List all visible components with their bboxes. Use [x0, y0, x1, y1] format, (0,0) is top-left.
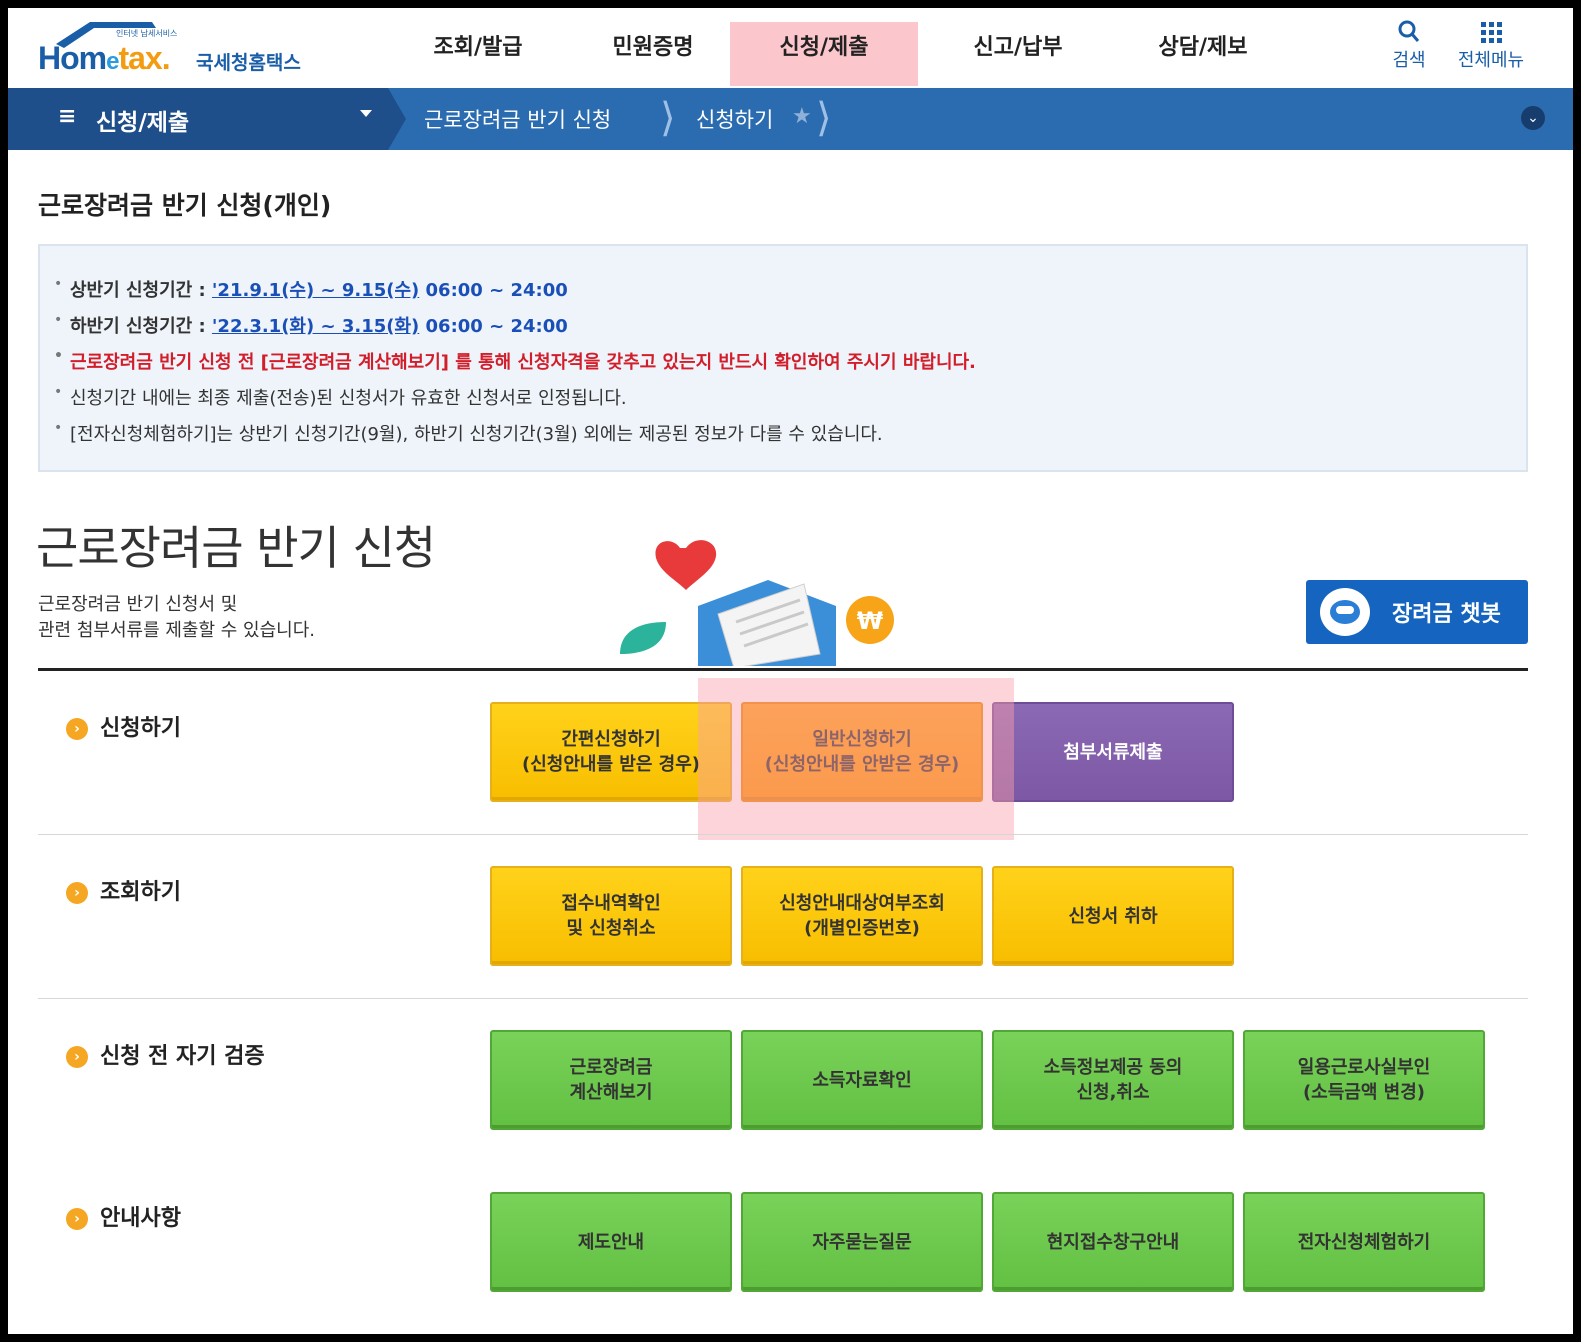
- income-data-check-button[interactable]: 소득자료확인: [741, 1030, 983, 1130]
- chatbot-button[interactable]: 장려금 챗봇: [1306, 580, 1528, 644]
- chevron-down-icon[interactable]: ⌄: [1521, 106, 1545, 130]
- section-menu-title[interactable]: 신청/제출: [96, 103, 189, 137]
- nav-item-certificates[interactable]: 민원증명: [563, 8, 743, 88]
- section-divider-top: [38, 668, 1528, 671]
- main-description: 근로장려금 반기 신청서 및 관련 첨부서류를 제출할 수 있습니다.: [38, 594, 316, 641]
- chatbot-mascot-icon: [1320, 588, 1370, 636]
- search-icon: [1398, 20, 1420, 42]
- nav-item-report-pay[interactable]: 신고/납부: [928, 8, 1108, 88]
- calculate-eitc-button[interactable]: 근로장려금 계산해보기: [490, 1030, 732, 1130]
- main-heading: 근로장려금 반기 신청: [36, 521, 436, 575]
- browser-frame: 인터넷 납세서비스 Hometax. 국세청홈택스 조회/발급 민원증명 신청/…: [0, 0, 1581, 1342]
- section-divider: [38, 998, 1528, 999]
- attach-documents-button[interactable]: 첨부서류제출: [992, 702, 1234, 802]
- logo-wordmark: Hometax.: [38, 40, 171, 76]
- arrow-bullet-icon: ›: [66, 1208, 88, 1230]
- nav-item-consult-tip[interactable]: 상담/제보: [1113, 8, 1293, 88]
- breadcrumb-bar: ≡ 신청/제출 근로장려금 반기 신청 ⟩ 신청하기 ★ ⟩ ⌄: [8, 88, 1573, 150]
- search-button[interactable]: 검색: [1384, 18, 1434, 72]
- breadcrumb-arrow: [388, 88, 406, 150]
- breadcrumb-separator: ⟩: [816, 95, 832, 141]
- nav-item-apply-submit[interactable]: 신청/제출: [730, 8, 918, 88]
- notice-second-half-period: 하반기 신청기간 : '22.3.1(화) ~ 3.15(화) 06:00 ~ …: [54, 312, 568, 338]
- section-label-inquiry: › 조회하기: [66, 874, 181, 906]
- notice-box: 상반기 신청기간 : '21.9.1(수) ~ 9.15(수) 06:00 ~ …: [38, 244, 1528, 472]
- income-info-consent-button[interactable]: 소득정보제공 동의 신청,취소: [992, 1030, 1234, 1130]
- e-application-experience-button[interactable]: 전자신청체험하기: [1243, 1192, 1485, 1292]
- eligibility-inquiry-button[interactable]: 신청안내대상여부조회 (개별인증번호): [741, 866, 983, 966]
- nav-item-inquiry-issue[interactable]: 조회/발급: [388, 8, 568, 88]
- daily-work-denial-button[interactable]: 일용근로사실부인 (소득금액 변경): [1243, 1030, 1485, 1130]
- system-guide-button[interactable]: 제도안내: [490, 1192, 732, 1292]
- button-highlight: [698, 678, 1014, 840]
- all-menu-label: 전체메뉴: [1457, 50, 1525, 71]
- local-office-guide-button[interactable]: 현지접수창구안내: [992, 1192, 1234, 1292]
- second-half-period-link[interactable]: '22.3.1(화) ~ 3.15(화): [212, 316, 419, 337]
- section-divider: [38, 834, 1528, 835]
- svg-text:₩: ₩: [857, 607, 884, 635]
- envelope-illustration: ₩: [620, 540, 894, 666]
- breadcrumb-item-eitc[interactable]: 근로장려금 반기 신청: [424, 104, 611, 134]
- breadcrumb-separator: ⟩: [660, 95, 676, 141]
- chatbot-label: 장려금 챗봇: [1392, 602, 1501, 627]
- notice-first-half-period: 상반기 신청기간 : '21.9.1(수) ~ 9.15(수) 06:00 ~ …: [54, 276, 568, 302]
- section-label-guide: › 안내사항: [66, 1200, 181, 1232]
- notice-valid-submission: 신청기간 내에는 최종 제출(전송)된 신청서가 유효한 신청서로 인정됩니다.: [54, 384, 627, 410]
- arrow-bullet-icon: ›: [66, 882, 88, 904]
- withdraw-application-button[interactable]: 신청서 취하: [992, 866, 1234, 966]
- hamburger-icon[interactable]: ≡: [58, 104, 76, 129]
- notice-experience: [전자신청체험하기]는 상반기 신청기간(9월), 하반기 신청기간(3월) 외…: [54, 420, 883, 446]
- faq-button[interactable]: 자주묻는질문: [741, 1192, 983, 1292]
- page-title: 근로장려금 반기 신청(개인): [38, 191, 332, 220]
- all-menu-button[interactable]: 전체메뉴: [1448, 18, 1534, 72]
- arrow-bullet-icon: ›: [66, 718, 88, 740]
- section-label-self-verify: › 신청 전 자기 검증: [66, 1038, 265, 1070]
- simple-apply-button[interactable]: 간편신청하기 (신청안내를 받은 경우): [490, 702, 732, 802]
- arrow-bullet-icon: ›: [66, 1046, 88, 1068]
- section-label-apply: › 신청하기: [66, 710, 181, 742]
- caret-down-icon[interactable]: [360, 110, 372, 117]
- grid-menu-icon: [1481, 22, 1502, 43]
- hometax-logo[interactable]: 인터넷 납세서비스 Hometax. 국세청홈택스: [36, 14, 336, 84]
- logo-korean-name: 국세청홈택스: [196, 52, 301, 74]
- search-label: 검색: [1392, 50, 1426, 71]
- receipt-check-cancel-button[interactable]: 접수내역확인 및 신청취소: [490, 866, 732, 966]
- first-half-period-link[interactable]: '21.9.1(수) ~ 9.15(수): [212, 280, 419, 301]
- logo-tagline: 인터넷 납세서비스: [116, 29, 178, 38]
- breadcrumb-item-apply[interactable]: 신청하기: [696, 104, 773, 134]
- top-navigation: 인터넷 납세서비스 Hometax. 국세청홈택스 조회/발급 민원증명 신청/…: [8, 8, 1573, 88]
- favorite-star-icon[interactable]: ★: [792, 104, 812, 129]
- notice-warning: 근로장려금 반기 신청 전 [근로장려금 계산해보기] 를 통해 신청자격을 갖…: [54, 348, 976, 374]
